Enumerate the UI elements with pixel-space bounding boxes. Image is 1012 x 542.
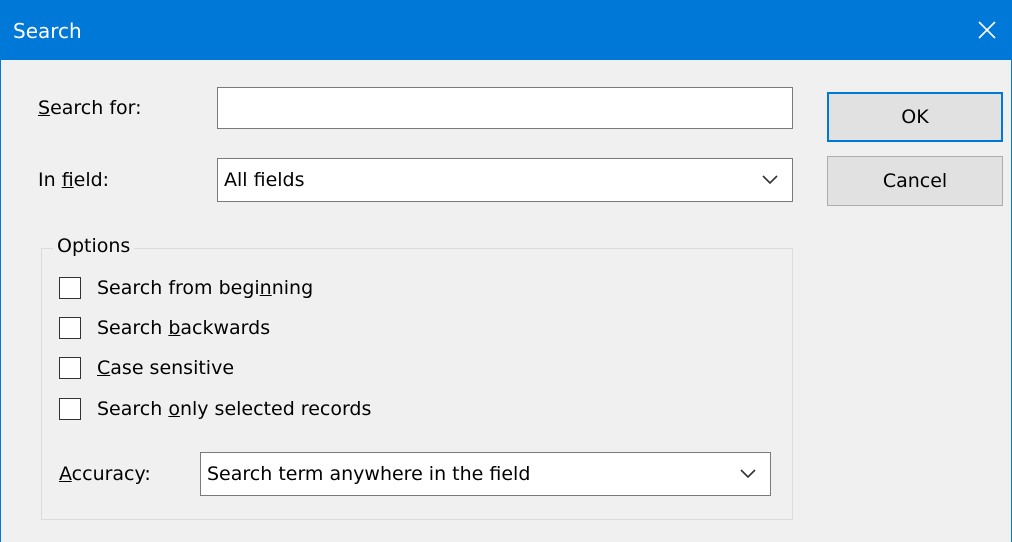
- ok-button[interactable]: OK: [827, 92, 1003, 142]
- checkbox-box[interactable]: [59, 398, 81, 420]
- cancel-button-label: Cancel: [882, 170, 948, 192]
- close-icon: [978, 21, 996, 39]
- in-field-label: In field:: [38, 169, 110, 191]
- in-field-combobox[interactable]: All fields: [217, 158, 793, 202]
- search-for-label: Search for:: [38, 97, 142, 119]
- accuracy-label: Accuracy:: [59, 463, 151, 485]
- search-for-input[interactable]: [217, 87, 793, 129]
- search-dialog: Search Search for: In field: All fields …: [0, 0, 1012, 542]
- accuracy-value: Search term anywhere in the field: [207, 463, 531, 485]
- case-sensitive-checkbox[interactable]: Case sensitive: [59, 355, 234, 381]
- checkbox-label: Search backwards: [97, 317, 271, 339]
- checkbox-label: Case sensitive: [97, 357, 235, 379]
- checkbox-label: Search from beginning: [97, 277, 314, 299]
- search-only-selected-records-checkbox[interactable]: Search only selected records: [59, 396, 371, 422]
- in-field-value: All fields: [224, 169, 305, 191]
- dialog-title: Search: [13, 19, 82, 43]
- checkbox-label: Search only selected records: [97, 398, 372, 420]
- checkbox-box[interactable]: [59, 317, 81, 339]
- checkbox-box[interactable]: [59, 277, 81, 299]
- close-button[interactable]: [961, 0, 1012, 60]
- title-bar[interactable]: Search: [1, 0, 1012, 60]
- accuracy-combobox[interactable]: Search term anywhere in the field: [200, 452, 771, 496]
- search-from-beginning-checkbox[interactable]: Search from beginning: [59, 275, 313, 301]
- chevron-down-icon: [762, 175, 778, 185]
- options-title: Options: [53, 234, 135, 258]
- ok-button-label: OK: [901, 106, 929, 128]
- chevron-down-icon: [740, 469, 756, 479]
- search-backwards-checkbox[interactable]: Search backwards: [59, 315, 270, 341]
- cancel-button[interactable]: Cancel: [827, 156, 1003, 206]
- checkbox-box[interactable]: [59, 357, 81, 379]
